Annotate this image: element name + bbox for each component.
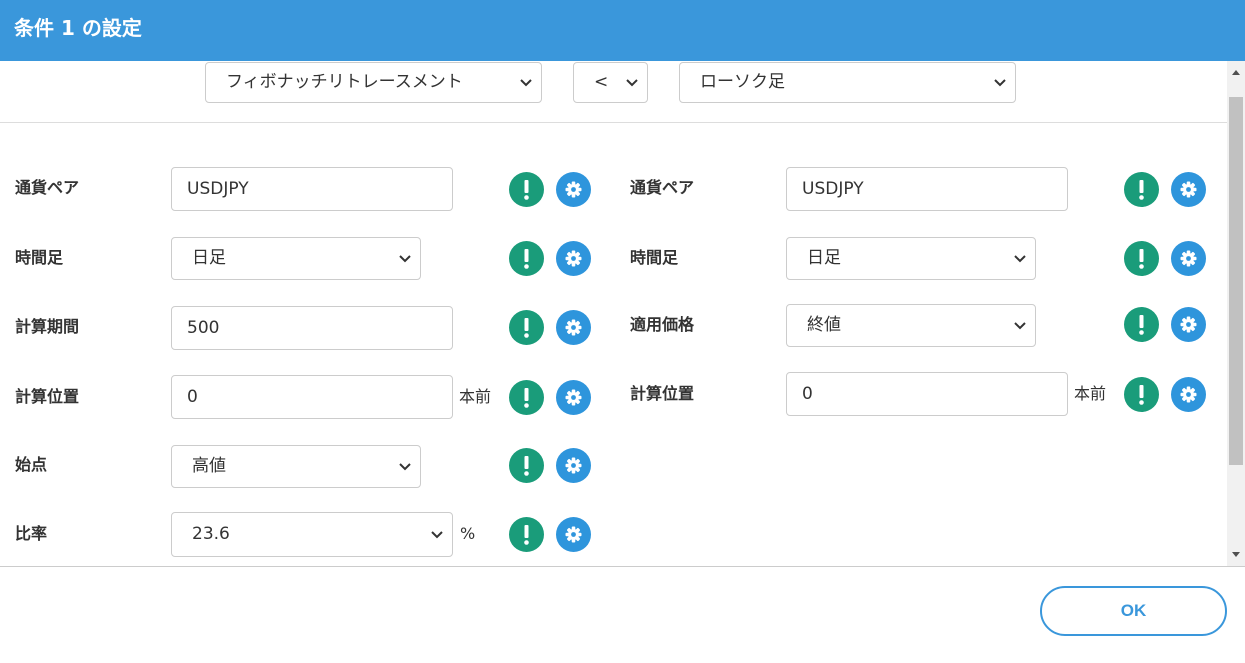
left-timeframe-label: 時間足 [15, 248, 64, 267]
exclamation-icon [1139, 385, 1144, 405]
left-ratio-label: 比率 [15, 524, 48, 543]
left-ratio-value: 23.6 [192, 524, 230, 544]
left-timeframe-settings-button[interactable] [556, 241, 591, 276]
exclamation-icon [524, 456, 529, 476]
scroll-down-icon[interactable] [1230, 548, 1242, 560]
right-timeframe-label: 時間足 [630, 248, 679, 267]
left-timeframe-select[interactable]: 日足 [171, 237, 421, 280]
operator-value: < [594, 72, 609, 92]
left-currency-pair-input[interactable]: USDJPY [171, 167, 453, 211]
left-currency-pair-settings-button[interactable] [556, 172, 591, 207]
gear-icon [565, 319, 582, 336]
left-currency-pair-value: USDJPY [187, 179, 249, 199]
dialog-header: 条件 1 の設定 [0, 0, 1245, 61]
scrollbar-thumb[interactable] [1229, 97, 1243, 465]
scroll-up-icon[interactable] [1230, 67, 1242, 79]
right-position-info-button[interactable] [1124, 377, 1159, 412]
right-currency-pair-info-button[interactable] [1124, 172, 1159, 207]
right-position-label: 計算位置 [630, 384, 695, 403]
gear-icon [565, 181, 582, 198]
left-period-settings-button[interactable] [556, 310, 591, 345]
condition-divider [0, 122, 1227, 123]
exclamation-icon [1139, 249, 1144, 269]
gear-icon [1180, 250, 1197, 267]
left-period-info-button[interactable] [509, 310, 544, 345]
left-position-input[interactable]: 0 [171, 375, 453, 419]
right-timeframe-info-button[interactable] [1124, 241, 1159, 276]
gear-icon [1180, 316, 1197, 333]
chevron-down-icon [626, 79, 638, 87]
left-start-point-info-button[interactable] [509, 448, 544, 483]
right-timeframe-settings-button[interactable] [1171, 241, 1206, 276]
right-timeframe-value: 日足 [807, 248, 841, 268]
right-currency-pair-label: 通貨ペア [630, 178, 695, 197]
left-position-label: 計算位置 [15, 387, 80, 406]
gear-icon [1180, 181, 1197, 198]
left-start-point-label: 始点 [15, 455, 48, 474]
left-start-point-select[interactable]: 高値 [171, 445, 421, 488]
left-position-info-button[interactable] [509, 380, 544, 415]
right-indicator-value: ローソク足 [700, 72, 785, 92]
exclamation-icon [1139, 180, 1144, 200]
left-ratio-select[interactable]: 23.6 [171, 512, 453, 557]
chevron-down-icon [994, 79, 1006, 87]
right-applied-price-settings-button[interactable] [1171, 307, 1206, 342]
left-start-point-settings-button[interactable] [556, 448, 591, 483]
chevron-down-icon [1014, 322, 1026, 330]
gear-icon [565, 389, 582, 406]
exclamation-icon [1139, 315, 1144, 335]
exclamation-icon [524, 388, 529, 408]
dialog-footer: OK [0, 566, 1245, 663]
left-ratio-settings-button[interactable] [556, 517, 591, 552]
left-period-input[interactable]: 500 [171, 306, 453, 350]
left-indicator-select[interactable]: フィボナッチリトレースメント [205, 62, 542, 103]
left-ratio-info-button[interactable] [509, 517, 544, 552]
exclamation-icon [524, 180, 529, 200]
right-currency-pair-settings-button[interactable] [1171, 172, 1206, 207]
chevron-down-icon [520, 79, 532, 87]
right-applied-price-value: 終値 [807, 315, 841, 335]
right-currency-pair-value: USDJPY [802, 179, 864, 199]
operator-select[interactable]: < [573, 62, 648, 103]
exclamation-icon [524, 318, 529, 338]
left-timeframe-value: 日足 [192, 248, 226, 268]
left-start-point-value: 高値 [192, 456, 226, 476]
left-timeframe-info-button[interactable] [509, 241, 544, 276]
left-ratio-unit: % [460, 524, 476, 543]
right-applied-price-label: 適用価格 [630, 315, 695, 334]
dialog-content: フィボナッチリトレースメント < ローソク足 通貨ペア USDJPY 時間足 日… [0, 61, 1245, 566]
right-position-unit: 本前 [1074, 384, 1107, 403]
chevron-down-icon [431, 531, 443, 539]
dialog-title: 条件 1 の設定 [14, 16, 142, 40]
exclamation-icon [524, 249, 529, 269]
right-currency-pair-input[interactable]: USDJPY [786, 167, 1068, 211]
right-position-settings-button[interactable] [1171, 377, 1206, 412]
right-position-input[interactable]: 0 [786, 372, 1068, 416]
gear-icon [1180, 386, 1197, 403]
left-currency-pair-info-button[interactable] [509, 172, 544, 207]
left-currency-pair-label: 通貨ペア [15, 178, 80, 197]
gear-icon [565, 526, 582, 543]
left-period-label: 計算期間 [15, 317, 80, 336]
left-period-value: 500 [187, 318, 220, 338]
right-position-value: 0 [802, 384, 813, 404]
right-timeframe-select[interactable]: 日足 [786, 237, 1036, 280]
right-indicator-select[interactable]: ローソク足 [679, 62, 1016, 103]
right-applied-price-info-button[interactable] [1124, 307, 1159, 342]
left-position-settings-button[interactable] [556, 380, 591, 415]
scrollbar[interactable] [1227, 61, 1245, 566]
gear-icon [565, 250, 582, 267]
gear-icon [565, 457, 582, 474]
left-indicator-value: フィボナッチリトレースメント [226, 72, 463, 92]
chevron-down-icon [1014, 255, 1026, 263]
chevron-down-icon [399, 255, 411, 263]
chevron-down-icon [399, 463, 411, 471]
left-position-unit: 本前 [459, 387, 492, 406]
right-applied-price-select[interactable]: 終値 [786, 304, 1036, 347]
exclamation-icon [524, 525, 529, 545]
left-position-value: 0 [187, 387, 198, 407]
ok-button[interactable]: OK [1040, 586, 1227, 636]
